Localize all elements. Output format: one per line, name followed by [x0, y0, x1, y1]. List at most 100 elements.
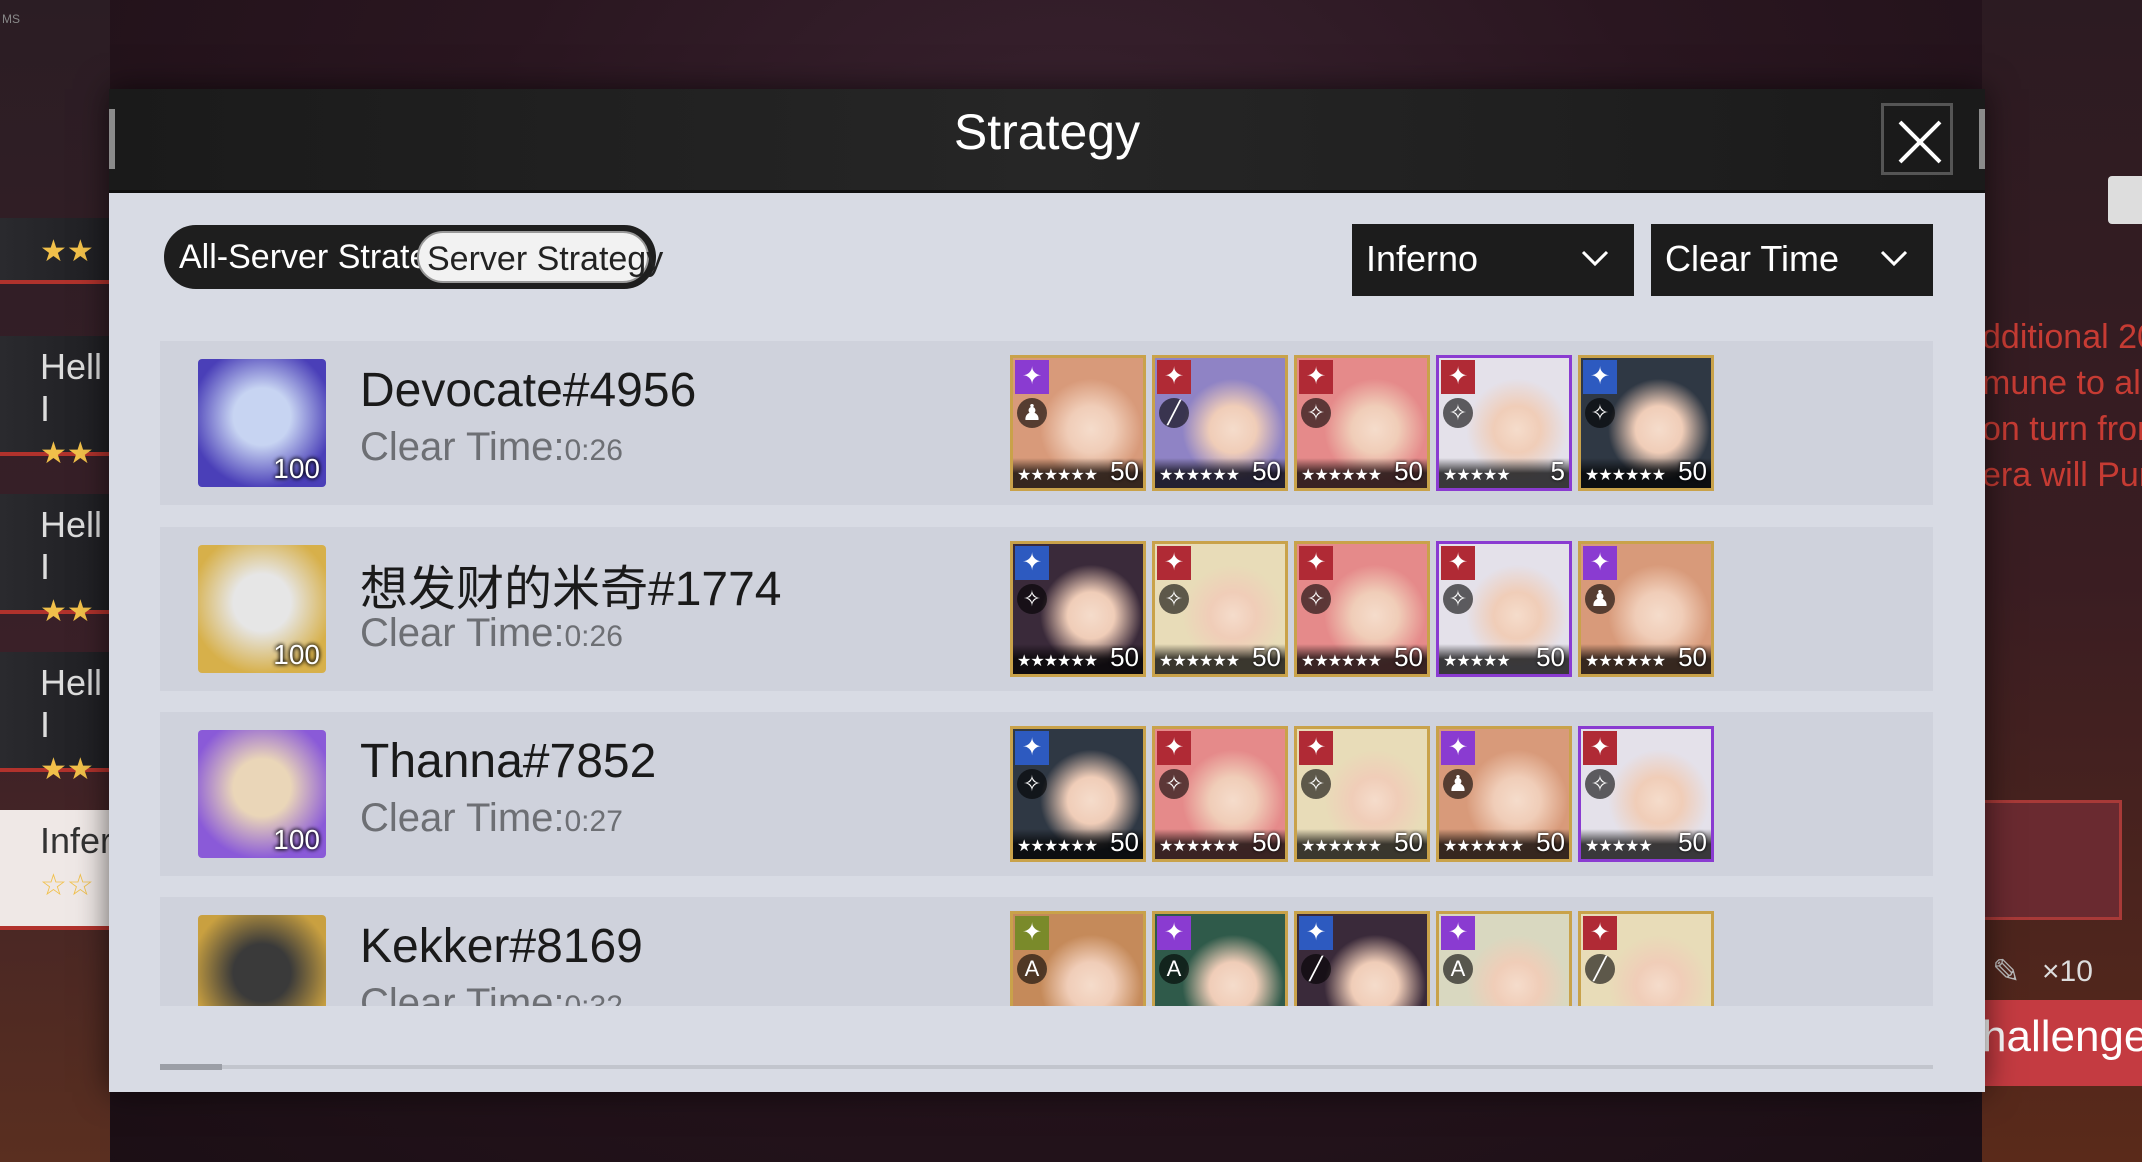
clear-time-value: 0:26 [564, 620, 623, 653]
bg-description-line: mune to all Tu [1982, 364, 2142, 402]
bg-description-line: era will Purify [1982, 456, 2142, 494]
unit-level: 50 [1678, 827, 1707, 857]
clear-time: Clear Time:0:26 [360, 425, 623, 470]
role-icon: ✧ [1585, 398, 1615, 428]
element-class-icon: ✦ [1157, 360, 1191, 394]
element-class-icon: ✦ [1299, 546, 1333, 580]
team-unit-card[interactable]: ✦ ╱ ★★★★★★ 50 [1152, 355, 1288, 491]
team-unit-card[interactable]: ✦ A [1010, 911, 1146, 1006]
unit-level: 5 [1550, 456, 1565, 486]
team-unit-card[interactable]: ✦ ♟ ★★★★★★ 50 [1436, 726, 1572, 862]
team-unit-card[interactable]: ✦ ✧ ★★★★★★ 50 [1294, 541, 1430, 677]
difficulty-dropdown-value: Inferno [1366, 238, 1479, 279]
bg-stage-item: Hell I ★★ [0, 336, 110, 470]
bg-stage-item: ★★ [0, 218, 110, 284]
role-icon: ╱ [1585, 954, 1615, 984]
unit-level: 50 [1394, 827, 1423, 857]
chevron-down-icon [1581, 250, 1609, 267]
element-class-icon: ✦ [1583, 546, 1617, 580]
clear-time: Clear Time:0:26 [360, 611, 623, 656]
strategy-entry-row[interactable]: 100 Thanna#7852 Clear Time:0:27 ✦ ✧ ★★★★★★ 50 ✦… [160, 712, 1933, 876]
clear-time-label: Clear Time: [360, 981, 565, 1006]
team-unit-card[interactable]: ✦ ╱ [1578, 911, 1714, 1006]
team-unit-card[interactable]: ✦ ✧ ★★★★★★ 50 [1010, 541, 1146, 677]
unit-stars: ★★★★★★ [1301, 467, 1382, 484]
book-icon [2108, 176, 2142, 224]
unit-stars: ★★★★★★ [1301, 838, 1382, 855]
player-avatar: 100 [198, 915, 326, 1006]
scrollbar-thumb[interactable] [160, 1064, 222, 1070]
chevron-down-icon [1880, 250, 1908, 267]
team-unit-card[interactable]: ✦ ✧ ★★★★★★ 50 [1010, 726, 1146, 862]
player-avatar: 100 [198, 730, 326, 858]
unit-level: 50 [1110, 456, 1139, 486]
team-unit-card[interactable]: ✦ ✧ ★★★★★ 50 [1578, 726, 1714, 862]
scrollbar-track[interactable] [160, 1065, 1933, 1069]
team-unit-card[interactable]: ✦ ╱ [1294, 911, 1430, 1006]
modal-header: Strategy [109, 89, 1985, 193]
team-unit-card[interactable]: ✦ ✧ ★★★★★ 50 [1436, 541, 1572, 677]
element-class-icon: ✦ [1441, 360, 1475, 394]
unit-stars: ★★★★★★ [1443, 838, 1524, 855]
element-class-icon: ✦ [1157, 916, 1191, 950]
element-class-icon: ✦ [1583, 916, 1617, 950]
strategy-entry-row[interactable]: 100Kekker#8169Clear Time:0:32✦A✦A✦╱✦A✦╱ [160, 897, 1933, 1006]
element-class-icon: ✦ [1015, 360, 1049, 394]
clear-time-value: 0:27 [564, 805, 623, 838]
team-unit-card[interactable]: ✦ ✧ ★★★★★★ 50 [1152, 726, 1288, 862]
team-unit-card[interactable]: ✦ ✧ ★★★★★★ 50 [1294, 355, 1430, 491]
element-class-icon: ✦ [1583, 731, 1617, 765]
sort-dropdown[interactable]: Clear Time [1651, 224, 1933, 296]
player-avatar: 100 [198, 545, 326, 673]
team-unit-card[interactable]: ✦ A [1152, 911, 1288, 1006]
element-class-icon: ✦ [1441, 731, 1475, 765]
clear-time: Clear Time:0:27 [360, 796, 623, 841]
avatar-portrait [198, 915, 326, 1006]
unit-stars: ★★★★★★ [1159, 467, 1240, 484]
background-left-panel: MS ★★ Hell I ★★ Hell I ★★ Hell I ★★ Infe… [0, 0, 112, 1162]
player-name: 想发财的米奇#1774 [360, 563, 782, 616]
unit-stars: ★★★★★★ [1017, 838, 1098, 855]
team-unit-card[interactable]: ✦ ✧ ★★★★★★ 50 [1294, 726, 1430, 862]
team-unit-card[interactable]: ✦ ✧ ★★★★★★ 50 [1578, 355, 1714, 491]
strategy-list[interactable]: 100 Devocate#4956 Clear Time:0:26 ✦ ♟ ★★★★★★ 5… [160, 341, 1933, 1006]
unit-stars: ★★★★★★ [1585, 467, 1666, 484]
difficulty-dropdown[interactable]: Inferno [1352, 224, 1634, 296]
unit-level: 50 [1536, 827, 1565, 857]
player-name: Kekker#8169 [360, 920, 643, 973]
clear-time-value: 0:26 [564, 434, 623, 467]
close-button[interactable] [1881, 103, 1953, 175]
unit-level: 50 [1536, 642, 1565, 672]
team-unit-card[interactable]: ✦ ✧ ★★★★★★ 50 [1152, 541, 1288, 677]
element-class-icon: ✦ [1015, 731, 1049, 765]
unit-level: 50 [1252, 642, 1281, 672]
role-icon: ✧ [1301, 584, 1331, 614]
unit-stars: ★★★★★★ [1301, 653, 1382, 670]
challenge-button: hallenge [1982, 1000, 2142, 1086]
bg-stage-item: Hell I ★★ [0, 494, 110, 628]
unit-level: 50 [1394, 642, 1423, 672]
unit-stars: ★★★★★ [1443, 653, 1511, 670]
team-unit-card[interactable]: ✦ ✧ ★★★★★ 5 [1436, 355, 1572, 491]
unit-level: 50 [1252, 827, 1281, 857]
tab-server-strategy[interactable]: Server Strategy [417, 231, 663, 283]
unit-stars: ★★★★★★ [1017, 467, 1098, 484]
element-class-icon: ✦ [1015, 546, 1049, 580]
corner-text: MS [2, 12, 20, 26]
strategy-entry-row[interactable]: 100 Devocate#4956 Clear Time:0:26 ✦ ♟ ★★★★★★ 5… [160, 341, 1933, 505]
team-unit-card[interactable]: ✦ ♟ ★★★★★★ 50 [1010, 355, 1146, 491]
strategy-entry-row[interactable]: 100 想发财的米奇#1774 Clear Time:0:26 ✦ ✧ ★★★★★★ 50 ✦… [160, 527, 1933, 691]
team-unit-card[interactable]: ✦ A [1436, 911, 1572, 1006]
tab-all-server-strategy[interactable]: All-Server Strategy [171, 231, 464, 283]
pencil-icon: ✎ [1992, 953, 2021, 991]
role-icon: A [1443, 954, 1473, 984]
role-icon: ♟ [1443, 769, 1473, 799]
element-class-icon: ✦ [1299, 916, 1333, 950]
team-unit-card[interactable]: ✦ ♟ ★★★★★★ 50 [1578, 541, 1714, 677]
sort-dropdown-value: Clear Time [1665, 238, 1840, 279]
element-class-icon: ✦ [1441, 546, 1475, 580]
role-icon: ✧ [1159, 584, 1189, 614]
role-icon: ✧ [1585, 769, 1615, 799]
clear-time-label: Clear Time: [360, 796, 565, 840]
unit-stars: ★★★★★★ [1159, 838, 1240, 855]
